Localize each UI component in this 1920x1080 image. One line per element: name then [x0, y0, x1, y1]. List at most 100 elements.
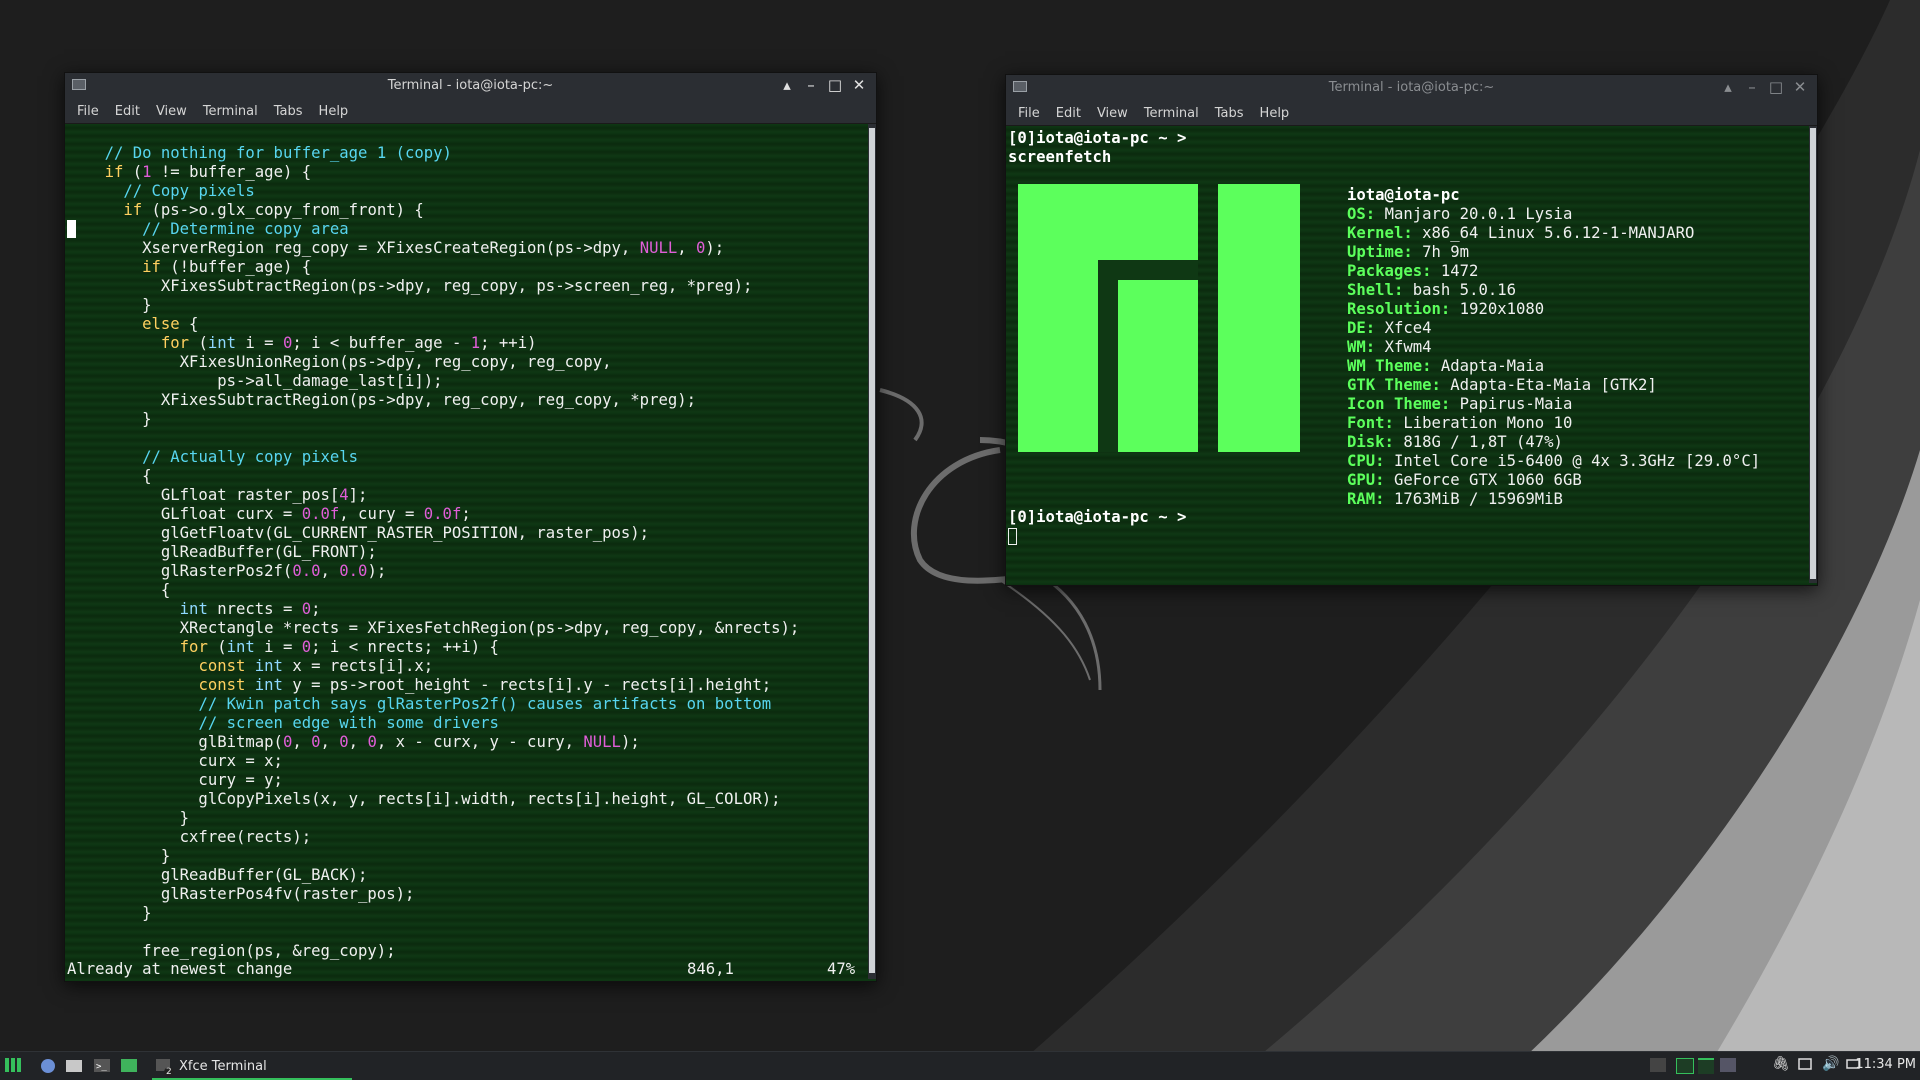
terminal-window-left[interactable]: Terminal - iota@iota-pc:~ ▴ – □ ✕ File E… [64, 72, 877, 982]
info-key: OS: [1347, 205, 1376, 223]
info-value: Adapta-Eta-Maia [GTK2] [1450, 376, 1657, 394]
info-row: RAM: 1763MiB / 15969MiB [1347, 490, 1760, 509]
shell-prompt-2: [0]iota@iota-pc ~ > [1008, 508, 1187, 526]
terminal-window-right[interactable]: Terminal - iota@iota-pc:~ ▴ – □ ✕ File E… [1005, 74, 1818, 586]
menu-bar: File Edit View Terminal Tabs Help [1006, 101, 1817, 126]
minimize-icon[interactable]: – [1743, 78, 1761, 96]
close-icon[interactable]: ✕ [850, 76, 868, 94]
menu-view[interactable]: View [148, 104, 195, 119]
shade-icon[interactable]: ▴ [1719, 78, 1737, 96]
info-value: Liberation Mono 10 [1403, 414, 1573, 432]
status-percent: 47% [827, 960, 856, 978]
info-key: Packages: [1347, 262, 1432, 280]
whisker-menu-icon[interactable] [5, 1056, 21, 1076]
info-value: Manjaro 20.0.1 Lysia [1384, 205, 1573, 223]
info-value: Intel Core i5-6400 @ 4x 3.3GHz [29.0°C] [1393, 452, 1761, 470]
info-row: GTK Theme: Adapta-Eta-Maia [GTK2] [1347, 376, 1760, 395]
browser-launcher-icon[interactable] [40, 1056, 56, 1076]
info-value: 1472 [1440, 262, 1479, 280]
info-key: Resolution: [1347, 300, 1451, 318]
shell-prompt: [0]iota@iota-pc ~ > [1008, 129, 1187, 147]
info-key: GTK Theme: [1347, 376, 1441, 394]
info-value: Xfce4 [1384, 319, 1432, 337]
file-manager-launcher-icon[interactable] [66, 1056, 82, 1076]
info-value: 1920x1080 [1459, 300, 1545, 318]
workspace-switcher[interactable] [1650, 1056, 1740, 1076]
terminal-launcher-icon[interactable]: >_ [94, 1056, 110, 1076]
window-title: Terminal - iota@iota-pc:~ [387, 78, 554, 93]
status-position: 846,1 [687, 960, 734, 978]
info-row: CPU: Intel Core i5-6400 @ 4x 3.3GHz [29.… [1347, 452, 1760, 471]
code-view[interactable]: // Do nothing for buffer_age 1 (copy) if… [67, 144, 800, 961]
shade-icon[interactable]: ▴ [778, 76, 796, 94]
terminal-content[interactable]: // Do nothing for buffer_age 1 (copy) if… [65, 124, 876, 981]
info-key: RAM: [1347, 490, 1385, 508]
menu-file[interactable]: File [69, 104, 107, 119]
info-row: Kernel: x86_64 Linux 5.6.12-1-MANJARO [1347, 224, 1760, 243]
info-row: WM: Xfwm4 [1347, 338, 1760, 357]
menu-tabs[interactable]: Tabs [266, 104, 311, 119]
menu-file[interactable]: File [1010, 106, 1048, 121]
info-list: OS: Manjaro 20.0.1 Lysia Kernel: x86_64 L… [1347, 205, 1760, 509]
info-key: WM Theme: [1347, 357, 1432, 375]
clock[interactable]: 11:34 PM [1852, 1057, 1916, 1077]
menu-edit[interactable]: Edit [1048, 106, 1089, 121]
info-row: Icon Theme: Papirus-Maia [1347, 395, 1760, 414]
info-value: x86_64 Linux 5.6.12-1-MANJARO [1422, 224, 1695, 242]
info-value: Papirus-Maia [1459, 395, 1573, 413]
info-row: Packages: 1472 [1347, 262, 1760, 281]
window-titlebar[interactable]: Terminal - iota@iota-pc:~ ▴ – □ ✕ [65, 73, 876, 99]
menu-bar: File Edit View Terminal Tabs Help [65, 99, 876, 124]
menu-help[interactable]: Help [1252, 106, 1298, 121]
vim-status-line: Already at newest change 846,1 47% [67, 960, 862, 979]
info-value: Adapta-Maia [1440, 357, 1545, 375]
info-key: Shell: [1347, 281, 1404, 299]
info-value: GeForce GTX 1060 6GB [1393, 471, 1582, 489]
info-key: DE: [1347, 319, 1376, 337]
task-label: Xfce Terminal [179, 1059, 267, 1074]
info-row: GPU: GeForce GTX 1060 6GB [1347, 471, 1760, 490]
info-value: bash 5.0.16 [1412, 281, 1517, 299]
command-text: screenfetch [1008, 148, 1112, 166]
info-key: GPU: [1347, 471, 1385, 489]
menu-terminal[interactable]: Terminal [195, 104, 266, 119]
info-row: Font: Liberation Mono 10 [1347, 414, 1760, 433]
info-key: WM: [1347, 338, 1376, 356]
info-value: 1763MiB / 15969MiB [1393, 490, 1563, 508]
info-row: DE: Xfce4 [1347, 319, 1760, 338]
notification-icon[interactable] [1798, 1056, 1812, 1076]
scrollbar[interactable] [868, 124, 876, 979]
task-xfce-terminal[interactable]: 2 Xfce Terminal [152, 1056, 352, 1080]
close-icon[interactable]: ✕ [1791, 78, 1809, 96]
menu-terminal[interactable]: Terminal [1136, 106, 1207, 121]
volume-icon[interactable]: 🔊 [1822, 1056, 1840, 1076]
maximize-icon[interactable]: □ [1767, 78, 1785, 96]
window-title: Terminal - iota@iota-pc:~ [1328, 80, 1495, 95]
info-row: WM Theme: Adapta-Maia [1347, 357, 1760, 376]
image-viewer-launcher-icon[interactable] [121, 1056, 137, 1076]
scrollbar[interactable] [1809, 126, 1817, 583]
info-row: Resolution: 1920x1080 [1347, 300, 1760, 319]
info-value: Xfwm4 [1384, 338, 1432, 356]
menu-view[interactable]: View [1089, 106, 1136, 121]
info-row: Shell: bash 5.0.16 [1347, 281, 1760, 300]
window-titlebar[interactable]: Terminal - iota@iota-pc:~ ▴ – □ ✕ [1006, 75, 1817, 101]
info-key: Kernel: [1347, 224, 1413, 242]
system-info: iota@iota-pc OS: Manjaro 20.0.1 Lysia Ker… [1347, 186, 1760, 509]
clipboard-icon[interactable]: 🖇 [1772, 1056, 1790, 1076]
taskbar-panel: >_ 2 Xfce Terminal 🖇 🔊 11:34 PM [0, 1051, 1920, 1080]
info-value: 7h 9m [1422, 243, 1470, 261]
menu-edit[interactable]: Edit [107, 104, 148, 119]
window-count-badge: 2 [164, 1067, 174, 1077]
status-message: Already at newest change [67, 960, 293, 978]
info-value: 818G / 1,8T (47%) [1403, 433, 1563, 451]
info-row: Uptime: 7h 9m [1347, 243, 1760, 262]
menu-help[interactable]: Help [311, 104, 357, 119]
info-key: Icon Theme: [1347, 395, 1451, 413]
info-row: OS: Manjaro 20.0.1 Lysia [1347, 205, 1760, 224]
info-key: Uptime: [1347, 243, 1413, 261]
menu-tabs[interactable]: Tabs [1207, 106, 1252, 121]
maximize-icon[interactable]: □ [826, 76, 844, 94]
minimize-icon[interactable]: – [802, 76, 820, 94]
terminal-content[interactable]: [0]iota@iota-pc ~ > screenfetch iota@iot… [1006, 126, 1817, 585]
